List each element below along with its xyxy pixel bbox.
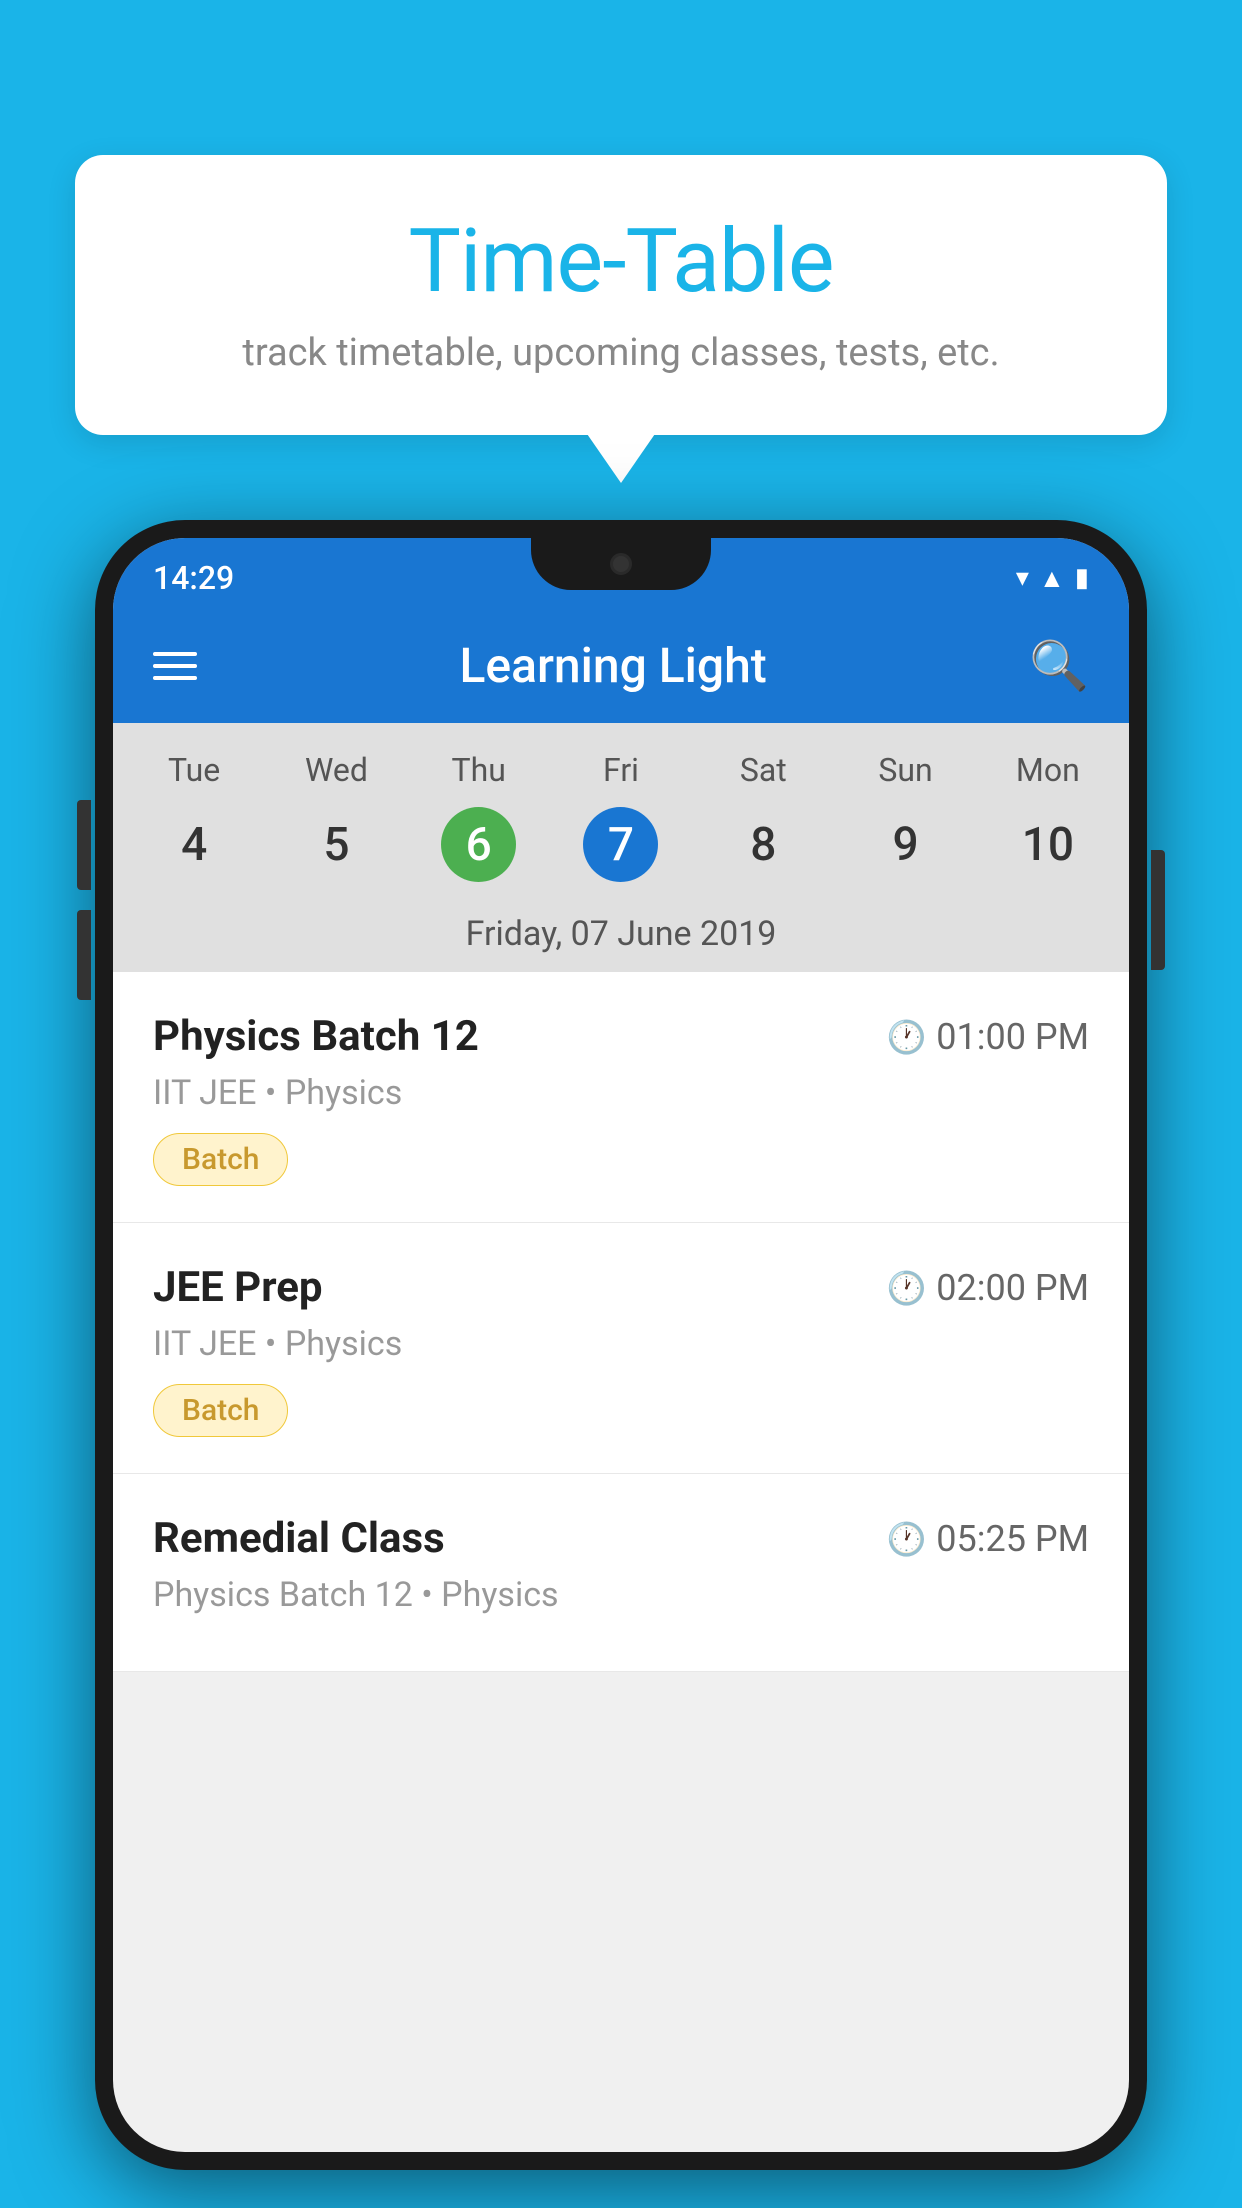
schedule-item-3-subtitle: Physics Batch 12 • Physics [153, 1575, 1089, 1615]
calendar-date-5[interactable]: 5 [265, 807, 407, 882]
schedule-item-1-badge: Batch [153, 1133, 288, 1186]
calendar-date-10[interactable]: 10 [977, 807, 1119, 882]
schedule-item-1[interactable]: Physics Batch 12 🕐 01:00 PM IIT JEE • Ph… [113, 972, 1129, 1223]
schedule-list: Physics Batch 12 🕐 01:00 PM IIT JEE • Ph… [113, 972, 1129, 1672]
calendar-day-thu: Thu [408, 743, 550, 797]
signal-icon: ▲ [1039, 563, 1065, 594]
schedule-item-2-subtitle: IIT JEE • Physics [153, 1324, 1089, 1364]
clock-icon-1: 🕐 [886, 1018, 926, 1056]
volume-down-button [77, 910, 91, 1000]
battery-icon: ▮ [1075, 563, 1089, 593]
calendar-date-7-selected[interactable]: 7 [583, 807, 658, 882]
wifi-icon: ▾ [1016, 563, 1029, 593]
calendar-day-sat: Sat [692, 743, 834, 797]
app-bar-title: Learning Light [237, 637, 989, 694]
calendar-header: Tue Wed Thu Fri Sat Sun Mon 4 5 6 7 8 9 … [113, 723, 1129, 972]
schedule-item-1-subtitle: IIT JEE • Physics [153, 1073, 1089, 1113]
schedule-item-3-time: 05:25 PM [936, 1518, 1089, 1560]
schedule-item-3-time-container: 🕐 05:25 PM [886, 1518, 1089, 1560]
calendar-date-8[interactable]: 8 [692, 807, 834, 882]
selected-date-label: Friday, 07 June 2019 [123, 902, 1119, 972]
status-icons: ▾ ▲ ▮ [1016, 563, 1089, 594]
clock-icon-3: 🕐 [886, 1520, 926, 1558]
schedule-item-1-title: Physics Batch 12 [153, 1012, 479, 1061]
search-icon[interactable]: 🔍 [1029, 637, 1089, 694]
speech-bubble: Time-Table track timetable, upcoming cla… [75, 155, 1167, 435]
power-button [1151, 850, 1165, 970]
schedule-item-1-header: Physics Batch 12 🕐 01:00 PM [153, 1012, 1089, 1061]
phone-body: 14:29 ▾ ▲ ▮ Learning Light 🔍 [95, 520, 1147, 2170]
calendar-day-sun: Sun [834, 743, 976, 797]
calendar-day-fri: Fri [550, 743, 692, 797]
schedule-item-2-title: JEE Prep [153, 1263, 323, 1312]
schedule-item-3-header: Remedial Class 🕐 05:25 PM [153, 1514, 1089, 1563]
volume-up-button [77, 800, 91, 890]
calendar-days-row: Tue Wed Thu Fri Sat Sun Mon [123, 743, 1119, 807]
calendar-day-wed: Wed [265, 743, 407, 797]
calendar-date-6-today[interactable]: 6 [441, 807, 516, 882]
schedule-item-2-badge: Batch [153, 1384, 288, 1437]
front-camera [610, 553, 632, 575]
schedule-item-2-time: 02:00 PM [936, 1267, 1089, 1309]
hamburger-menu-button[interactable] [153, 652, 197, 680]
speech-bubble-card: Time-Table track timetable, upcoming cla… [75, 155, 1167, 435]
calendar-date-4[interactable]: 4 [123, 807, 265, 882]
schedule-item-2[interactable]: JEE Prep 🕐 02:00 PM IIT JEE • Physics Ba… [113, 1223, 1129, 1474]
schedule-item-3-title: Remedial Class [153, 1514, 445, 1563]
schedule-item-2-header: JEE Prep 🕐 02:00 PM [153, 1263, 1089, 1312]
schedule-item-1-time: 01:00 PM [936, 1016, 1089, 1058]
phone-notch [531, 538, 711, 590]
calendar-day-tue: Tue [123, 743, 265, 797]
phone-screen: 14:29 ▾ ▲ ▮ Learning Light 🔍 [113, 538, 1129, 2152]
schedule-item-1-time-container: 🕐 01:00 PM [886, 1016, 1089, 1058]
feature-title: Time-Table [135, 210, 1107, 313]
app-bar: Learning Light 🔍 [113, 608, 1129, 723]
calendar-day-mon: Mon [977, 743, 1119, 797]
schedule-item-2-time-container: 🕐 02:00 PM [886, 1267, 1089, 1309]
schedule-item-3[interactable]: Remedial Class 🕐 05:25 PM Physics Batch … [113, 1474, 1129, 1672]
status-time: 14:29 [153, 559, 234, 597]
calendar-date-9[interactable]: 9 [834, 807, 976, 882]
feature-subtitle: track timetable, upcoming classes, tests… [135, 331, 1107, 375]
phone-mockup: 14:29 ▾ ▲ ▮ Learning Light 🔍 [95, 520, 1147, 2208]
clock-icon-2: 🕐 [886, 1269, 926, 1307]
calendar-dates-row: 4 5 6 7 8 9 10 [123, 807, 1119, 902]
